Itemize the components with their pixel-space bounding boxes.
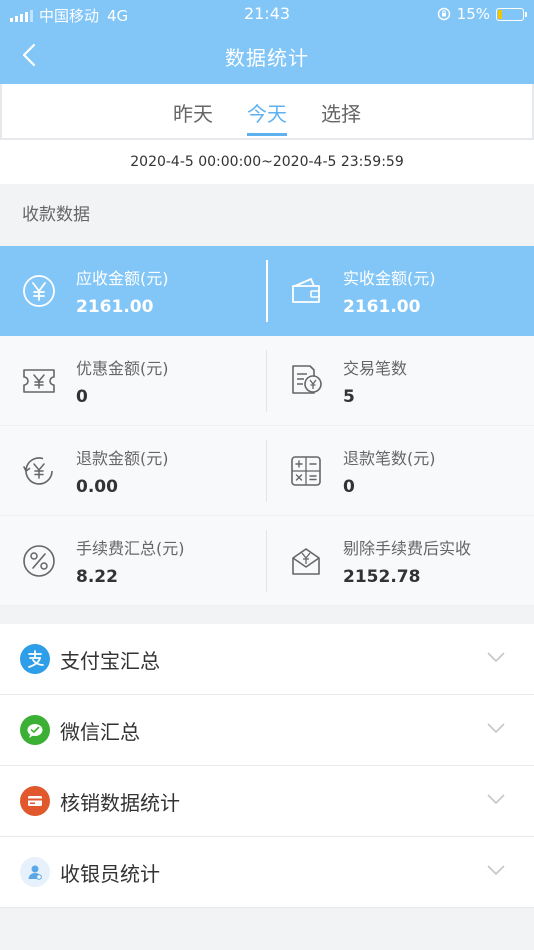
stat-refund-amount: 退款金额(元) 0.00 — [0, 426, 267, 516]
date-range: 2020-4-5 00:00:00~2020-4-5 23:59:59 — [0, 140, 534, 184]
battery-percent: 15% — [456, 5, 490, 23]
rotation-lock-icon — [437, 7, 450, 21]
stat-received: 实收金额(元) 2161.00 — [267, 246, 534, 336]
tab-select[interactable]: 选择 — [321, 84, 361, 138]
list-item-wechat[interactable]: 微信汇总 — [0, 695, 534, 766]
chevron-down-icon — [487, 865, 505, 876]
chevron-down-icon — [487, 652, 505, 663]
stat-label: 交易笔数 — [343, 359, 408, 378]
stat-label: 优惠金额(元) — [76, 359, 169, 378]
stat-label: 应收金额(元) — [76, 269, 169, 288]
list-item-label: 收银员统计 — [60, 861, 160, 886]
nav-bar: 数据统计 — [0, 28, 534, 84]
calculator-icon — [287, 452, 325, 490]
summary-list: 支付宝汇总 微信汇总 核销数据统计 收银员统计 — [0, 624, 534, 908]
header: 中国移动 4G 21:43 15% 数据统计 — [0, 0, 534, 84]
stat-label: 手续费汇总(元) — [76, 539, 185, 558]
stat-value: 2161.00 — [76, 297, 154, 317]
stat-value: 5 — [343, 387, 355, 407]
page-title: 数据统计 — [225, 46, 309, 70]
tab-yesterday[interactable]: 昨天 — [173, 84, 213, 138]
status-bar: 中国移动 4G 21:43 15% — [0, 0, 534, 28]
stat-label: 退款金额(元) — [76, 449, 169, 468]
stat-value: 2161.00 — [343, 297, 421, 317]
stat-value: 0 — [343, 477, 355, 497]
chevron-down-icon — [487, 723, 505, 734]
list-item-alipay[interactable]: 支付宝汇总 — [0, 624, 534, 695]
battery-icon — [496, 7, 527, 21]
wallet-icon — [287, 272, 325, 310]
stat-value: 8.22 — [76, 567, 118, 587]
chevron-down-icon — [487, 794, 505, 805]
date-tabs: 昨天 今天 选择 — [0, 84, 534, 140]
stat-net-received: 剔除手续费后实收 2152.78 — [267, 516, 534, 606]
yen-circle-icon — [20, 272, 58, 310]
stat-label: 退款笔数(元) — [343, 449, 436, 468]
stat-discount: 优惠金额(元) 0 — [0, 336, 267, 426]
percent-icon — [20, 542, 58, 580]
stat-label: 剔除手续费后实收 — [343, 539, 472, 558]
alipay-icon — [20, 644, 50, 674]
receipt-icon — [287, 362, 325, 400]
stats-row: 手续费汇总(元) 8.22 剔除手续费后实收 2152.78 — [0, 516, 534, 606]
stat-value: 2152.78 — [343, 567, 421, 587]
coupon-icon — [20, 362, 58, 400]
stat-refund-count: 退款笔数(元) 0 — [267, 426, 534, 516]
stat-label: 实收金额(元) — [343, 269, 436, 288]
list-item-verification[interactable]: 核销数据统计 — [0, 766, 534, 837]
list-item-label: 支付宝汇总 — [60, 648, 160, 673]
stat-fee-total: 手续费汇总(元) 8.22 — [0, 516, 267, 606]
list-item-label: 核销数据统计 — [60, 790, 180, 815]
stat-receivable: 应收金额(元) 2161.00 — [0, 246, 267, 336]
section-title: 收款数据 — [22, 205, 90, 225]
wechat-icon — [20, 715, 50, 745]
list-item-cashier[interactable]: 收银员统计 — [0, 837, 534, 908]
card-icon — [20, 786, 50, 816]
stats-row: 退款金额(元) 0.00 退款笔数(元) 0 — [0, 426, 534, 516]
stat-value: 0.00 — [76, 477, 118, 497]
stats-row: 优惠金额(元) 0 交易笔数 5 — [0, 336, 534, 426]
stats-grid: 应收金额(元) 2161.00 实收金额(元) 2161.00 优惠金额(元) … — [0, 246, 534, 606]
stat-value: 0 — [76, 387, 88, 407]
cashier-icon — [20, 857, 50, 887]
list-item-label: 微信汇总 — [60, 719, 140, 744]
refund-icon — [20, 452, 58, 490]
stats-row: 应收金额(元) 2161.00 实收金额(元) 2161.00 — [0, 246, 534, 336]
envelope-icon — [287, 542, 325, 580]
stat-transactions: 交易笔数 5 — [267, 336, 534, 426]
tab-today[interactable]: 今天 — [247, 84, 287, 138]
